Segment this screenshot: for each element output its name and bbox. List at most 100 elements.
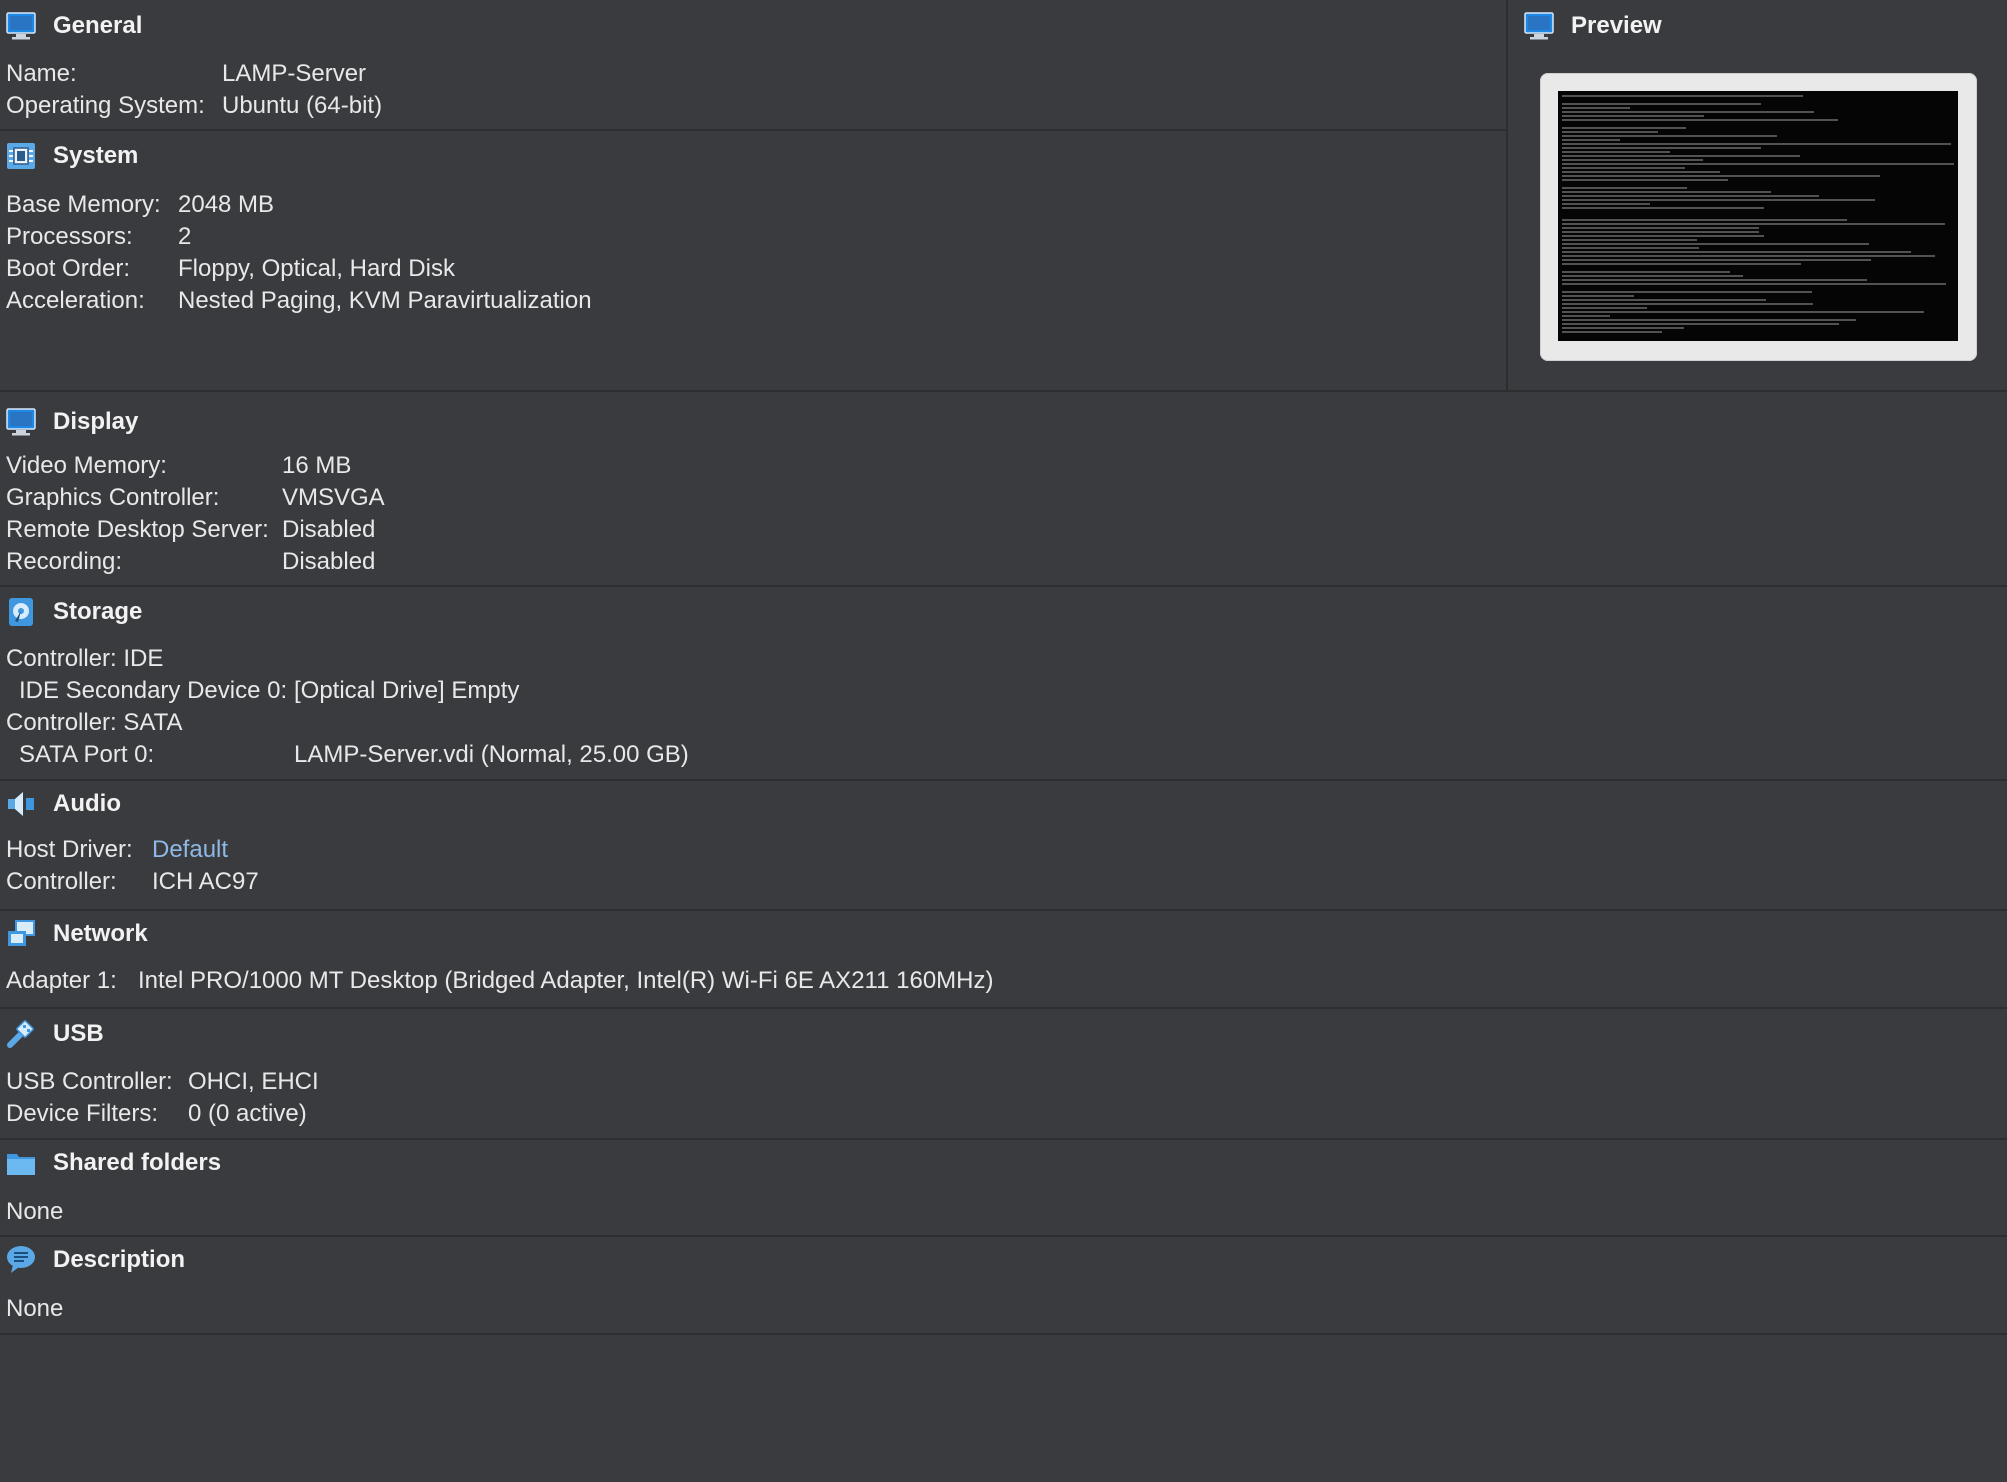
recording-value: Disabled	[282, 548, 376, 575]
console-text-line	[1562, 191, 1771, 193]
console-text-line	[1562, 187, 1687, 189]
console-text-line	[1562, 259, 1871, 261]
os-label: Operating System:	[6, 92, 205, 119]
host-driver-value[interactable]: Default	[152, 834, 228, 866]
general-section: General Name: LAMP-Server Operating Syst…	[0, 0, 1506, 131]
remote-desktop-label: Remote Desktop Server:	[6, 516, 269, 543]
chip-icon	[6, 141, 36, 171]
console-text-line	[1562, 135, 1777, 137]
preview-thumbnail[interactable]	[1540, 73, 1977, 361]
console-text-line	[1562, 231, 1759, 233]
console-text-line	[1562, 203, 1650, 205]
graphics-controller-label: Graphics Controller:	[6, 484, 220, 511]
console-text-line	[1562, 295, 1634, 297]
console-text-line	[1562, 331, 1662, 333]
sata-port-label: SATA Port 0:	[19, 741, 155, 768]
storage-title: Storage	[53, 598, 143, 625]
monitor-icon	[6, 11, 36, 41]
console-text-line	[1562, 235, 1764, 237]
general-title: General	[53, 12, 143, 39]
audio-controller-value: ICH AC97	[152, 868, 259, 895]
audio-section: Audio Host Driver: Default Controller: I…	[0, 781, 2007, 911]
display-header[interactable]: Display	[6, 405, 138, 439]
console-text-line	[1562, 119, 1838, 121]
preview-header[interactable]: Preview	[1524, 9, 1662, 43]
host-driver-label: Host Driver:	[6, 836, 133, 863]
shared-folders-header[interactable]: Shared folders	[6, 1146, 221, 1180]
console-text-line	[1562, 159, 1703, 161]
usb-title: USB	[53, 1020, 104, 1047]
adapter-1-value: Intel PRO/1000 MT Desktop (Bridged Adapt…	[138, 967, 994, 994]
console-text-line	[1562, 283, 1946, 285]
network-title: Network	[53, 920, 148, 947]
os-value: Ubuntu (64-bit)	[222, 92, 383, 119]
description-section: Description None	[0, 1237, 2007, 1335]
base-memory-label: Base Memory:	[6, 191, 161, 218]
console-text-line	[1562, 207, 1764, 209]
storage-header[interactable]: Storage	[6, 595, 142, 629]
console-text-line	[1562, 319, 1856, 321]
console-text-line	[1562, 163, 1954, 165]
video-memory-value: 16 MB	[282, 452, 352, 479]
controller-sata-label: Controller: SATA	[6, 709, 183, 736]
acceleration-value: Nested Paging, KVM Paravirtualization	[178, 287, 592, 314]
monitor-icon	[1524, 11, 1554, 41]
processors-value: 2	[178, 223, 192, 250]
preview-title: Preview	[1571, 12, 1662, 39]
general-header[interactable]: General	[6, 9, 142, 43]
device-filters-label: Device Filters:	[6, 1100, 159, 1127]
usb-controller-label: USB Controller:	[6, 1068, 173, 1095]
description-title: Description	[53, 1246, 186, 1273]
console-text-line	[1562, 299, 1766, 301]
processors-label: Processors:	[6, 223, 133, 250]
speaker-icon	[6, 789, 36, 819]
console-text-line	[1562, 263, 1801, 265]
remote-desktop-value: Disabled	[282, 516, 376, 543]
console-text-line	[1562, 311, 1924, 313]
console-text-line	[1562, 175, 1880, 177]
console-text-line	[1562, 323, 1839, 325]
console-text-line	[1562, 107, 1630, 109]
console-text-line	[1562, 115, 1704, 117]
console-text-line	[1562, 255, 1935, 257]
network-header[interactable]: Network	[6, 917, 148, 951]
console-text-line	[1562, 143, 1951, 145]
console-text-line	[1562, 247, 1699, 249]
network-section: Network Adapter 1: Intel PRO/1000 MT Des…	[0, 911, 2007, 1009]
console-text-line	[1562, 167, 1685, 169]
controller-ide-label: Controller: IDE	[6, 645, 164, 672]
console-text-line	[1562, 219, 1847, 221]
graphics-controller-value: VMSVGA	[282, 484, 385, 511]
console-text-line	[1562, 251, 1911, 253]
description-value: None	[6, 1295, 64, 1322]
console-text-line	[1562, 307, 1647, 309]
console-text-line	[1562, 111, 1814, 113]
usb-section: USB USB Controller: OHCI, EHCI Device Fi…	[0, 1009, 2007, 1140]
sata-port-value: LAMP-Server.vdi (Normal, 25.00 GB)	[294, 741, 689, 768]
audio-controller-label: Controller:	[6, 868, 117, 895]
console-text-line	[1562, 303, 1813, 305]
name-label: Name:	[6, 60, 77, 87]
ide-secondary-device-label: IDE Secondary Device 0:	[19, 677, 288, 704]
shared-folders-title: Shared folders	[53, 1149, 222, 1176]
recording-label: Recording:	[6, 548, 123, 575]
ide-secondary-device-value: [Optical Drive] Empty	[294, 677, 520, 704]
system-section: System Base Memory: 2048 MB Processors: …	[0, 131, 1506, 392]
usb-icon	[6, 1019, 36, 1049]
vm-details-pane: General Name: LAMP-Server Operating Syst…	[0, 0, 2007, 1482]
description-header[interactable]: Description	[6, 1243, 185, 1277]
disk-icon	[6, 597, 36, 627]
console-text-line	[1562, 103, 1761, 105]
console-text-line	[1562, 151, 1670, 153]
console-text-line	[1562, 179, 1728, 181]
console-text-line	[1562, 147, 1761, 149]
audio-header[interactable]: Audio	[6, 787, 121, 821]
monitor-icon	[6, 407, 36, 437]
usb-header[interactable]: USB	[6, 1017, 104, 1051]
device-filters-value: 0 (0 active)	[188, 1100, 307, 1127]
display-title: Display	[53, 408, 139, 435]
console-text-line	[1562, 243, 1869, 245]
preview-console-screen	[1558, 91, 1958, 341]
console-text-line	[1562, 315, 1610, 317]
system-header[interactable]: System	[6, 139, 138, 173]
